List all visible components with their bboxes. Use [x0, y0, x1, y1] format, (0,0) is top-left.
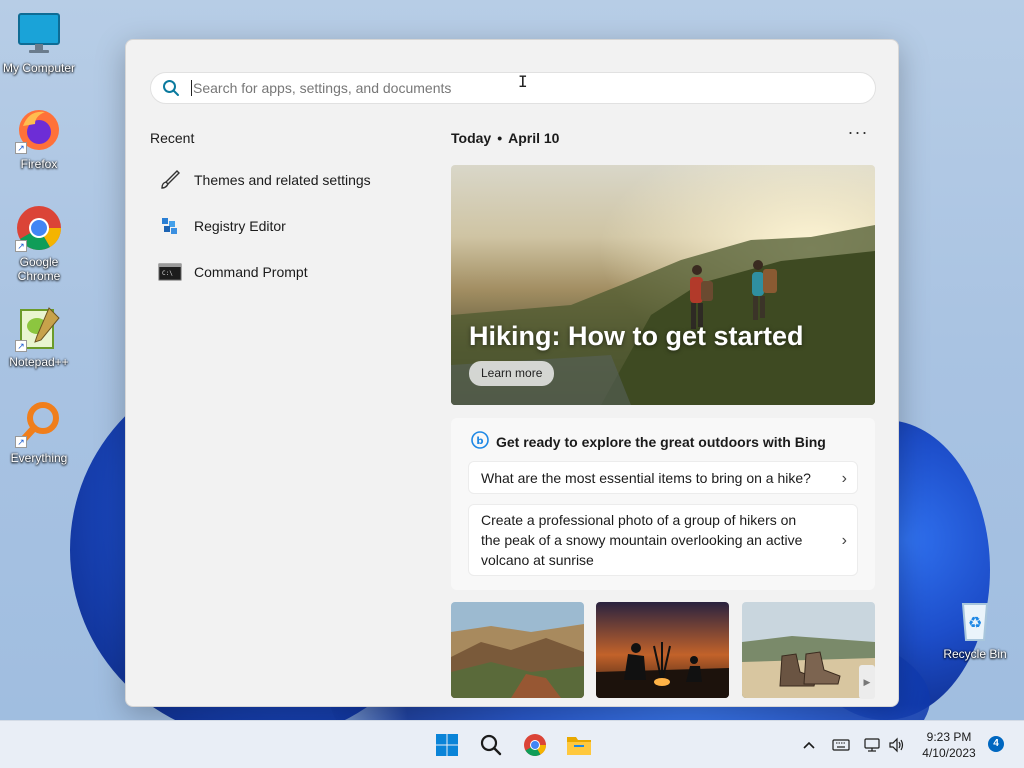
desktop-icon-firefox[interactable]: ↗ Firefox — [0, 106, 78, 171]
command-prompt-icon: C:\ — [156, 260, 184, 284]
taskbar-chrome-button[interactable] — [515, 725, 555, 765]
recent-item-registry-editor[interactable]: Registry Editor — [156, 208, 416, 244]
search-icon — [151, 72, 191, 104]
bing-icon: b — [471, 431, 489, 452]
svg-text:b: b — [476, 436, 483, 447]
taskbar-search-button[interactable] — [471, 725, 511, 765]
chevron-right-icon: › — [841, 532, 847, 549]
scroll-right-arrow[interactable]: ▶ — [859, 665, 875, 699]
hero-title: Hiking: How to get started — [469, 321, 804, 351]
start-search-box[interactable] — [150, 72, 876, 104]
clock-time: 9:23 PM — [926, 730, 972, 744]
desktop-icon-google-chrome[interactable]: ↗ Google Chrome — [0, 204, 78, 283]
monitor-icon — [15, 10, 63, 58]
taskbar: 9:23 PM 4/10/2023 4 — [0, 720, 1024, 768]
notepadpp-icon: ↗ — [15, 304, 63, 352]
start-button[interactable] — [427, 725, 467, 765]
recent-item-label: Registry Editor — [194, 218, 286, 234]
bing-card-heading: b Get ready to explore the great outdoor… — [471, 431, 826, 452]
registry-editor-icon — [156, 214, 184, 238]
start-menu: Recent Themes and related settings Regis… — [125, 39, 899, 707]
chevron-up-icon[interactable] — [799, 735, 819, 755]
shortcut-arrow-icon: ↗ — [15, 436, 27, 448]
chevron-right-icon: › — [841, 469, 847, 487]
notification-count-badge[interactable]: 4 — [988, 736, 1004, 752]
feed-date-header: Today • April 10 — [451, 130, 560, 146]
hiking-boots-image[interactable] — [742, 602, 875, 698]
clock-date: 4/10/2023 — [922, 746, 976, 760]
taskbar-clock[interactable]: 9:23 PM 4/10/2023 — [912, 729, 986, 761]
volume-icon[interactable] — [887, 735, 907, 755]
network-icon[interactable] — [862, 735, 882, 755]
svg-text:C:\: C:\ — [162, 270, 173, 277]
chrome-icon — [524, 734, 546, 756]
more-options-button[interactable]: ··· — [844, 123, 872, 148]
keyboard-icon[interactable] — [831, 735, 851, 755]
shortcut-arrow-icon: ↗ — [15, 240, 27, 252]
hero-card[interactable]: Hiking: How to get started Learn more — [451, 165, 875, 405]
learn-more-button[interactable]: Learn more — [469, 361, 555, 386]
recent-heading: Recent — [150, 130, 195, 146]
bing-question-item[interactable]: What are the most essential items to bri… — [468, 461, 858, 494]
bing-suggestions-card: b Get ready to explore the great outdoor… — [451, 418, 875, 590]
recent-item-label: Themes and related settings — [194, 172, 371, 188]
firefox-icon: ↗ — [15, 106, 63, 154]
mountain-valley-image[interactable] — [451, 602, 584, 698]
everything-search-icon: ↗ — [15, 400, 63, 448]
desktop-icon-notepadpp[interactable]: ↗ Notepad++ — [0, 304, 78, 369]
recent-item-label: Command Prompt — [194, 264, 308, 280]
recent-item-command-prompt[interactable]: C:\ Command Prompt — [156, 254, 416, 290]
recent-item-themes[interactable]: Themes and related settings — [156, 162, 416, 198]
file-explorer-icon — [567, 737, 591, 755]
taskbar-file-explorer-button[interactable] — [559, 725, 599, 765]
search-icon — [480, 734, 502, 756]
brush-icon — [156, 168, 184, 192]
text-cursor-icon: I — [518, 72, 528, 91]
start-search-input[interactable] — [191, 80, 875, 96]
shortcut-arrow-icon: ↗ — [15, 340, 27, 352]
chrome-icon: ↗ — [15, 204, 63, 252]
shortcut-arrow-icon: ↗ — [15, 142, 27, 154]
bing-question-item[interactable]: Create a professional photo of a group o… — [468, 504, 858, 576]
recycle-bin-icon: ♻ — [951, 596, 999, 644]
campfire-image[interactable] — [596, 602, 729, 698]
desktop-icon-recycle-bin[interactable]: ♻ Recycle Bin — [936, 596, 1014, 661]
desktop-icon-my-computer[interactable]: My Computer — [0, 10, 78, 75]
desktop-icon-everything[interactable]: ↗ Everything — [0, 400, 78, 465]
windows-start-icon — [436, 734, 458, 756]
svg-text:♻: ♻ — [968, 613, 982, 632]
